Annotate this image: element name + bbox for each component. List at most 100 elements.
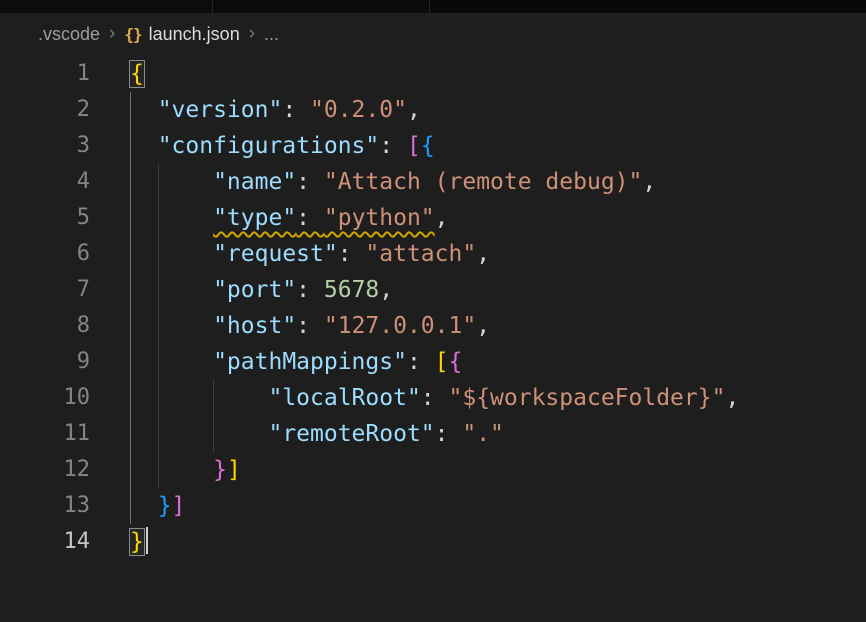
code-token: , — [725, 385, 739, 411]
code-token: } — [130, 529, 144, 555]
code-content[interactable]: "localRoot": "${workspaceFolder}", — [90, 380, 739, 416]
breadcrumb-more[interactable]: ... — [264, 24, 279, 45]
code-line[interactable]: 4"name": "Attach (remote debug)", — [0, 164, 866, 200]
code-line[interactable]: 9"pathMappings": [{ — [0, 344, 866, 380]
code-content[interactable]: "type": "python", — [90, 200, 449, 236]
code-token: , — [379, 277, 393, 303]
code-content[interactable]: "host": "127.0.0.1", — [90, 308, 490, 344]
line-number[interactable]: 4 — [0, 164, 90, 200]
code-token: } — [158, 493, 172, 519]
editor[interactable]: 1{2"version": "0.2.0",3"configurations":… — [0, 56, 866, 560]
code-token: "${workspaceFolder}" — [449, 385, 726, 411]
code-token: : — [338, 241, 366, 267]
code-token: 5678 — [324, 277, 379, 303]
editor-lines: 1{2"version": "0.2.0",3"configurations":… — [0, 56, 866, 560]
code-token: { — [449, 349, 463, 375]
code-token: "python" — [324, 205, 435, 231]
code-line[interactable]: 14} — [0, 524, 866, 560]
code-content[interactable]: "configurations": [{ — [90, 128, 435, 164]
code-token: "remoteRoot" — [268, 421, 434, 447]
code-content[interactable]: "version": "0.2.0", — [90, 92, 421, 128]
tab-top-segment[interactable] — [0, 0, 213, 13]
code-token: : — [379, 133, 407, 159]
code-content[interactable]: "name": "Attach (remote debug)", — [90, 164, 656, 200]
tab-top-segment[interactable] — [213, 0, 430, 13]
code-line[interactable]: 6"request": "attach", — [0, 236, 866, 272]
line-number[interactable]: 7 — [0, 272, 90, 308]
code-token: ] — [227, 457, 241, 483]
code-token: { — [130, 61, 144, 87]
line-number[interactable]: 6 — [0, 236, 90, 272]
code-token: : — [435, 421, 463, 447]
code-token: [ — [407, 133, 421, 159]
code-line[interactable]: 10"localRoot": "${workspaceFolder}", — [0, 380, 866, 416]
code-token: , — [435, 205, 449, 231]
line-number[interactable]: 2 — [0, 92, 90, 128]
code-token: "type" — [213, 205, 296, 231]
code-content[interactable]: }] — [90, 488, 185, 524]
line-number[interactable]: 10 — [0, 380, 90, 416]
code-token: : — [421, 385, 449, 411]
chevron-right-icon: › — [249, 23, 255, 45]
code-token: "request" — [213, 241, 338, 267]
chevron-right-icon: › — [109, 23, 115, 45]
code-line[interactable]: 5"type": "python", — [0, 200, 866, 236]
code-token: "configurations" — [158, 133, 380, 159]
line-number[interactable]: 5 — [0, 200, 90, 236]
code-token: : — [296, 277, 324, 303]
line-number[interactable]: 3 — [0, 128, 90, 164]
code-content[interactable]: { — [90, 56, 144, 92]
code-token: "127.0.0.1" — [324, 313, 476, 339]
tab-bar[interactable] — [0, 0, 866, 13]
code-line[interactable]: 11"remoteRoot": "." — [0, 416, 866, 452]
code-token: "port" — [213, 277, 296, 303]
json-file-icon: {} — [124, 25, 141, 44]
tab-top-segment[interactable] — [430, 0, 866, 13]
code-token: [ — [435, 349, 449, 375]
code-token: : — [282, 97, 310, 123]
line-number[interactable]: 9 — [0, 344, 90, 380]
code-token: "0.2.0" — [310, 97, 407, 123]
vscode-editor-window: .vscode › {} launch.json › ... 1{2"versi… — [0, 0, 866, 622]
code-token: , — [476, 241, 490, 267]
code-token: , — [407, 97, 421, 123]
code-line[interactable]: 2"version": "0.2.0", — [0, 92, 866, 128]
breadcrumb: .vscode › {} launch.json › ... — [0, 13, 866, 56]
code-content[interactable]: "remoteRoot": "." — [90, 416, 504, 452]
line-number[interactable]: 11 — [0, 416, 90, 452]
code-token: "version" — [158, 97, 283, 123]
code-token: : — [296, 169, 324, 195]
code-token: { — [421, 133, 435, 159]
code-content[interactable]: "port": 5678, — [90, 272, 393, 308]
breadcrumb-file[interactable]: launch.json — [149, 24, 240, 45]
code-line[interactable]: 7"port": 5678, — [0, 272, 866, 308]
line-number[interactable]: 8 — [0, 308, 90, 344]
code-token: "host" — [213, 313, 296, 339]
code-line[interactable]: 12}] — [0, 452, 866, 488]
code-line[interactable]: 1{ — [0, 56, 866, 92]
line-number[interactable]: 12 — [0, 452, 90, 488]
code-token: "Attach (remote debug)" — [324, 169, 643, 195]
code-content[interactable]: "request": "attach", — [90, 236, 490, 272]
code-line[interactable]: 13}] — [0, 488, 866, 524]
code-content[interactable]: "pathMappings": [{ — [90, 344, 462, 380]
code-token: , — [476, 313, 490, 339]
code-token: "." — [462, 421, 504, 447]
code-content[interactable]: }] — [90, 452, 241, 488]
line-number[interactable]: 1 — [0, 56, 90, 92]
code-line[interactable]: 3"configurations": [{ — [0, 128, 866, 164]
breadcrumb-folder[interactable]: .vscode — [38, 24, 100, 45]
code-token: "pathMappings" — [213, 349, 407, 375]
code-line[interactable]: 8"host": "127.0.0.1", — [0, 308, 866, 344]
code-token: "name" — [213, 169, 296, 195]
line-number[interactable]: 13 — [0, 488, 90, 524]
code-token: ] — [172, 493, 186, 519]
code-token: : — [296, 313, 324, 339]
code-token: "localRoot" — [268, 385, 420, 411]
code-content[interactable]: } — [90, 524, 148, 560]
code-token: } — [213, 457, 227, 483]
code-token: : — [296, 205, 324, 231]
line-number[interactable]: 14 — [0, 524, 90, 560]
text-cursor — [146, 527, 149, 554]
code-token: "attach" — [365, 241, 476, 267]
